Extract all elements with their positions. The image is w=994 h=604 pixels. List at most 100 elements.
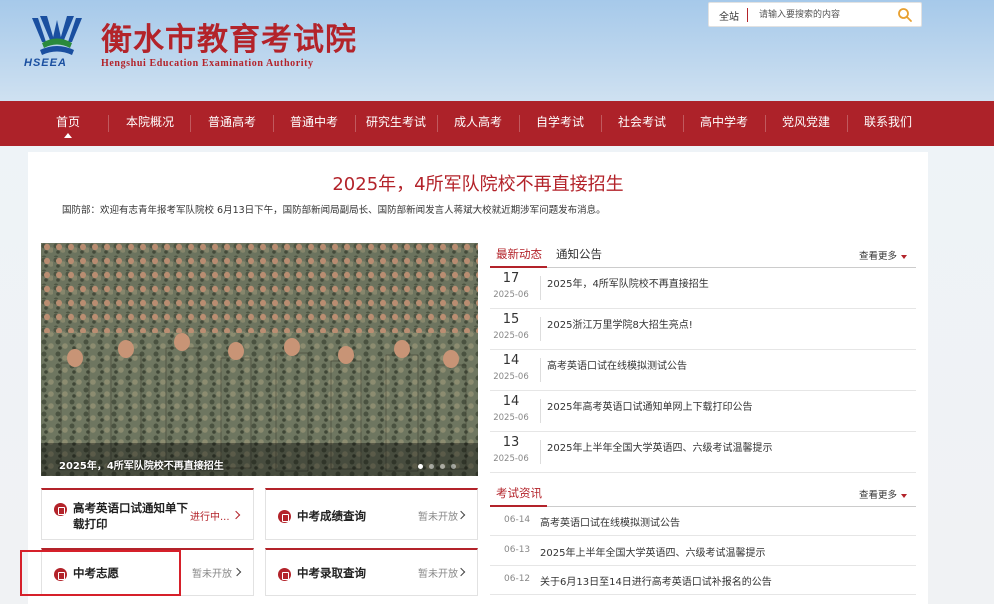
- search-divider: [747, 8, 748, 22]
- search-box: 全站: [708, 2, 922, 27]
- news-list-item[interactable]: 15 2025-06 2025浙江万里学院8大招生亮点!: [490, 309, 916, 350]
- news-tabbar: 最新动态 通知公告 查看更多: [490, 243, 916, 268]
- nav-divider: [437, 115, 438, 132]
- news-divider: [540, 440, 541, 464]
- service-zhongkao-score[interactable]: 中考成绩查询 暂未开放: [265, 488, 478, 540]
- exam-info-item[interactable]: 06-13 2025年上半年全国大学英语四、六级考试温馨提示: [490, 537, 916, 566]
- headline-title[interactable]: 2025年，4所军队院校不再直接招生: [0, 170, 956, 196]
- nav-divider: [273, 115, 274, 132]
- service-title: 中考成绩查询: [297, 509, 366, 523]
- chevron-right-icon: [456, 510, 466, 520]
- document-icon: [278, 568, 291, 581]
- tab-exam-info[interactable]: 考试资讯: [496, 485, 542, 501]
- soldiers-parade-photo: [41, 243, 478, 476]
- chevron-right-icon: [456, 567, 466, 577]
- nav-item-adult-exam[interactable]: 成人高考: [440, 101, 516, 146]
- news-list-item[interactable]: 13 2025-06 2025年上半年全国大学英语四、六级考试温馨提示: [490, 432, 916, 473]
- main-nav: 首页 本院概况 普通高考 普通中考 研究生考试 成人高考 自学考试 社会考试 高…: [0, 101, 994, 146]
- nav-divider: [601, 115, 602, 132]
- nav-item-self-study-exam[interactable]: 自学考试: [522, 101, 598, 146]
- slideshow-dot[interactable]: [429, 464, 434, 469]
- news-day: 15: [502, 312, 520, 327]
- slideshow-dot[interactable]: [451, 464, 456, 469]
- news-divider: [540, 399, 541, 423]
- news-day: 17: [502, 271, 520, 286]
- chevron-right-icon: [232, 567, 242, 577]
- service-zhongkao-admission[interactable]: 中考录取查询 暂未开放: [265, 548, 478, 596]
- exam-info-item[interactable]: 06-14 高考英语口试在线模拟测试公告: [490, 507, 916, 536]
- exam-info-title[interactable]: 2025年上半年全国大学英语四、六级考试温馨提示: [540, 544, 765, 559]
- news-title[interactable]: 2025年，4所军队院校不再直接招生: [547, 275, 709, 290]
- search-scope-selector[interactable]: 全站: [719, 8, 739, 23]
- news-day: 13: [502, 435, 520, 450]
- news-day: 14: [502, 353, 520, 368]
- service-title: 高考英语口试通知单下载打印: [73, 501, 188, 531]
- nav-item-home[interactable]: 首页: [42, 101, 94, 146]
- exam-info-title[interactable]: 高考英语口试在线模拟测试公告: [540, 514, 680, 529]
- slideshow-image[interactable]: [41, 243, 478, 476]
- news-title[interactable]: 2025年高考英语口试通知单网上下载打印公告: [547, 398, 752, 413]
- exam-info-date: 06-12: [504, 574, 531, 584]
- more-label: 查看更多: [859, 490, 898, 501]
- more-label: 查看更多: [859, 251, 898, 262]
- news-list-item[interactable]: 14 2025-06 高考英语口试在线模拟测试公告: [490, 350, 916, 391]
- news-title[interactable]: 2025浙江万里学院8大招生亮点!: [547, 316, 693, 331]
- nav-item-gaokao[interactable]: 普通高考: [194, 101, 270, 146]
- exam-info-title[interactable]: 关于6月13日至14日进行高考英语口试补报名的公告: [540, 573, 772, 588]
- tab-notices[interactable]: 通知公告: [556, 246, 602, 262]
- news-list-item[interactable]: 17 2025-06 2025年，4所军队院校不再直接招生: [490, 268, 916, 309]
- tab-latest-news[interactable]: 最新动态: [496, 246, 542, 262]
- exam-info-date: 06-13: [504, 545, 531, 555]
- news-divider: [540, 317, 541, 341]
- chevron-right-icon: [231, 510, 241, 520]
- service-status: 暂未开放: [418, 569, 458, 580]
- site-title[interactable]: 衡水市教育考试院: [101, 14, 357, 59]
- nav-divider: [519, 115, 520, 132]
- news-year-month: 2025-06: [493, 372, 529, 382]
- service-status: 进行中...: [190, 512, 230, 523]
- selection-highlight: [20, 550, 181, 596]
- news-list-item[interactable]: 14 2025-06 2025年高考英语口试通知单网上下载打印公告: [490, 391, 916, 432]
- search-icon[interactable]: [897, 7, 913, 23]
- news-year-month: 2025-06: [493, 290, 529, 300]
- search-input[interactable]: [759, 7, 889, 23]
- news-year-month: 2025-06: [493, 454, 529, 464]
- slideshow-dot[interactable]: [418, 464, 423, 469]
- nav-item-zhongkao[interactable]: 普通中考: [276, 101, 352, 146]
- exam-info-more-link[interactable]: 查看更多: [859, 487, 908, 501]
- exam-info-date: 06-14: [504, 515, 531, 525]
- service-title: 中考录取查询: [297, 566, 366, 580]
- news-more-link[interactable]: 查看更多: [859, 248, 908, 262]
- caret-down-icon: [901, 254, 908, 259]
- nav-item-graduate-exam[interactable]: 研究生考试: [358, 101, 434, 146]
- nav-item-academic-test[interactable]: 高中学考: [686, 101, 762, 146]
- document-icon: [278, 510, 291, 523]
- news-title[interactable]: 2025年上半年全国大学英语四、六级考试温馨提示: [547, 439, 772, 454]
- nav-divider: [190, 115, 191, 132]
- caret-down-icon: [901, 493, 908, 498]
- nav-divider: [108, 115, 109, 132]
- news-divider: [540, 276, 541, 300]
- nav-divider: [683, 115, 684, 132]
- service-status: 暂未开放: [192, 569, 232, 580]
- nav-divider: [355, 115, 356, 132]
- nav-divider: [847, 115, 848, 132]
- slideshow-caption[interactable]: 2025年，4所军队院校不再直接招生: [59, 457, 224, 472]
- site-header: HSEEA 衡水市教育考试院 Hengshui Education Examin…: [0, 0, 994, 101]
- logo-abbreviation: HSEEA: [24, 57, 67, 69]
- news-title[interactable]: 高考英语口试在线模拟测试公告: [547, 357, 687, 372]
- exam-info-tabbar: 考试资讯 查看更多: [490, 482, 916, 507]
- service-oral-exam-notice[interactable]: 高考英语口试通知单下载打印 进行中...: [41, 488, 254, 540]
- slideshow-dot[interactable]: [440, 464, 445, 469]
- exam-info-item[interactable]: 06-12 关于6月13日至14日进行高考英语口试补报名的公告: [490, 566, 916, 595]
- news-divider: [540, 358, 541, 382]
- news-year-month: 2025-06: [493, 331, 529, 341]
- nav-item-party-building[interactable]: 党风党建: [768, 101, 844, 146]
- headline-summary: 国防部：欢迎有志青年报考军队院校 6月13日下午，国防部新闻局副局长、国防部新闻…: [62, 205, 606, 216]
- nav-item-social-exam[interactable]: 社会考试: [604, 101, 680, 146]
- nav-item-about[interactable]: 本院概况: [112, 101, 188, 146]
- nav-item-contact[interactable]: 联系我们: [850, 101, 926, 146]
- nav-divider: [765, 115, 766, 132]
- site-title-english: Hengshui Education Examination Authority: [101, 58, 314, 69]
- service-status: 暂未开放: [418, 512, 458, 523]
